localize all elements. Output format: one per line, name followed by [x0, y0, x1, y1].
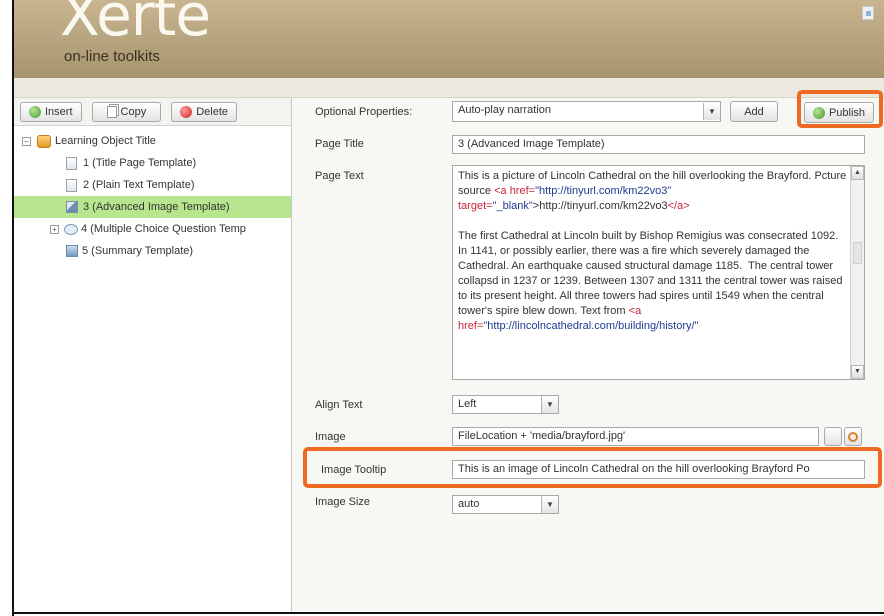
page-text-label: Page Text — [315, 170, 364, 182]
text-run: >http://tinyurl.com/km22vo3 — [532, 200, 668, 212]
speech-bubble-icon — [64, 223, 78, 235]
copy-icon — [106, 105, 117, 118]
page-text-paragraph-2: The first Cathedral at Lincoln built by … — [458, 229, 848, 334]
delete-label: Delete — [196, 105, 228, 118]
frame-bottom-border — [12, 612, 884, 614]
text-run: The first Cathedral at Lincoln built by … — [458, 230, 846, 317]
html-value: "_blank" — [492, 200, 533, 212]
page-title-label: Page Title — [315, 138, 364, 150]
copy-button[interactable]: Copy — [91, 101, 162, 122]
image-tooltip-highlight — [303, 447, 882, 488]
insert-label: Insert — [45, 105, 73, 118]
html-tag: <a — [628, 305, 645, 317]
tree-item[interactable]: + 4 (Multiple Choice Question Temp — [14, 218, 291, 240]
summary-icon — [66, 245, 78, 257]
tree-item-label: 2 (Plain Text Template) — [83, 179, 195, 191]
html-tag: <a — [494, 185, 510, 197]
header-subbar — [14, 78, 884, 98]
broken-image-icon — [862, 6, 874, 20]
image-value: FileLocation + 'media/brayford.jpg' — [458, 430, 626, 442]
image-size-value: auto — [458, 498, 480, 510]
page-tree-panel: Insert Copy Delete − Learning Object Tit… — [14, 98, 292, 612]
html-attr: target= — [458, 200, 493, 212]
page-tree: − Learning Object Title 1 (Title Page Te… — [14, 126, 291, 262]
html-value: "http://lincolncathedral.com/building/hi… — [483, 320, 699, 332]
html-attr: href= — [509, 185, 536, 197]
insert-icon — [29, 105, 41, 118]
page-text-paragraph-1: This is a picture of Lincoln Cathedral o… — [458, 169, 848, 214]
learning-object-icon — [37, 134, 51, 148]
app-header: Xerte on-line toolkits — [14, 0, 884, 78]
tree-item-label: 3 (Advanced Image Template) — [83, 201, 230, 213]
page-title-value: 3 (Advanced Image Template) — [458, 138, 605, 150]
delete-icon — [180, 105, 193, 118]
delete-button[interactable]: Delete — [171, 101, 237, 122]
copy-label: Copy — [120, 105, 147, 118]
chevron-down-icon[interactable]: ▼ — [541, 496, 558, 513]
logo-subtitle: on-line toolkits — [64, 48, 160, 65]
tree-root-label: Learning Object Title — [55, 135, 156, 147]
scroll-thumb[interactable] — [853, 242, 862, 264]
expand-icon[interactable]: + — [50, 224, 59, 234]
publish-highlight — [797, 90, 883, 128]
image-input[interactable]: FileLocation + 'media/brayford.jpg' — [452, 427, 819, 446]
add-label: Add — [744, 105, 764, 118]
document-icon — [66, 156, 77, 170]
align-text-label: Align Text — [315, 399, 363, 411]
logo-text: Xerte — [60, 0, 211, 49]
magnifier-icon — [848, 431, 858, 442]
tree-root[interactable]: − Learning Object Title — [14, 130, 291, 152]
tree-item[interactable]: 2 (Plain Text Template) — [14, 174, 291, 196]
tree-item-label: 4 (Multiple Choice Question Temp — [81, 223, 246, 235]
image-options-button[interactable] — [824, 427, 842, 446]
chevron-down-icon[interactable]: ▼ — [541, 396, 558, 413]
collapse-icon[interactable]: − — [22, 136, 31, 146]
align-text-value: Left — [458, 398, 477, 410]
optional-properties-value: Auto-play narration — [458, 104, 551, 116]
add-button[interactable]: Add — [730, 101, 778, 122]
scroll-down-icon[interactable]: ▼ — [851, 365, 864, 379]
html-attr: href= — [458, 320, 484, 332]
chevron-down-icon[interactable]: ▼ — [703, 103, 720, 120]
xerte-editor: Xerte on-line toolkits Insert Copy Delet… — [14, 0, 884, 612]
tree-item-label: 1 (Title Page Template) — [83, 157, 197, 169]
tree-item[interactable]: 1 (Title Page Template) — [14, 152, 291, 174]
tree-item-label: 5 (Summary Template) — [82, 245, 194, 257]
html-tag: </a> — [667, 200, 690, 212]
align-text-select[interactable]: Left ▼ — [452, 395, 559, 414]
insert-button[interactable]: Insert — [20, 101, 82, 122]
html-value: "http://tinyurl.com/km22vo3" — [535, 185, 672, 197]
page-title-input[interactable]: 3 (Advanced Image Template) — [452, 135, 865, 154]
scroll-up-icon[interactable]: ▲ — [851, 166, 864, 180]
page-text-editor[interactable]: This is a picture of Lincoln Cathedral o… — [452, 165, 865, 380]
optional-properties-label: Optional Properties: — [315, 106, 413, 118]
tree-item-selected[interactable]: 3 (Advanced Image Template) — [14, 196, 291, 218]
document-icon — [66, 178, 77, 192]
tree-item[interactable]: 5 (Summary Template) — [14, 240, 291, 262]
image-label: Image — [315, 431, 346, 443]
browse-image-button[interactable] — [844, 427, 862, 446]
image-icon — [66, 201, 78, 213]
page-text-scrollbar[interactable]: ▲ ▼ — [850, 166, 864, 379]
image-size-select[interactable]: auto ▼ — [452, 495, 559, 514]
tree-toolbar: Insert Copy Delete — [14, 98, 291, 126]
properties-panel: Optional Properties: Auto-play narration… — [293, 90, 884, 612]
image-size-label: Image Size — [315, 496, 371, 508]
optional-properties-select[interactable]: Auto-play narration ▼ — [452, 101, 721, 122]
